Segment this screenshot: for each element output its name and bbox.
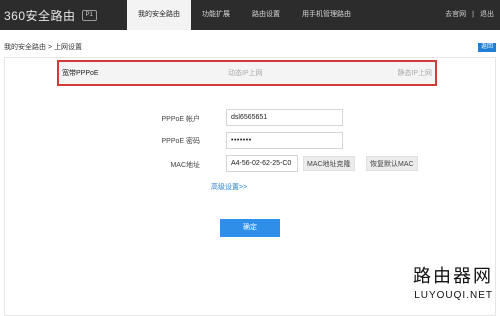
breadcrumb: 我的安全路由 > 上网设置	[4, 44, 82, 51]
mac-clone-button[interactable]: MAC地址克隆	[303, 156, 355, 171]
model-badge: P1	[81, 9, 97, 21]
breadcrumb-bar: 我的安全路由 > 上网设置 返回	[0, 40, 500, 54]
tab-static-ip[interactable]: 静态IP上网	[397, 68, 432, 78]
back-button[interactable]: 返回	[477, 43, 496, 52]
pppoe-account-input[interactable]: dsl6565651	[226, 109, 343, 126]
tab-pppoe[interactable]: 宽带PPPoE	[62, 68, 99, 78]
pppoe-password-label: PPPoE 密码	[161, 138, 200, 145]
pppoe-account-label: PPPoE 帐户	[161, 116, 200, 123]
pppoe-password-input[interactable]: •••••••	[226, 132, 343, 149]
brand-name: 360安全路由	[4, 8, 76, 23]
advanced-settings-link[interactable]: 高级设置>>	[211, 182, 247, 192]
logout-link[interactable]: 退出	[480, 0, 494, 30]
nav-my-router[interactable]: 我的安全路由	[127, 0, 191, 30]
site-watermark: 路由器网 LUYOUQI.NET	[401, 262, 493, 312]
nav-feature-extensions[interactable]: 功能扩展	[191, 0, 241, 30]
tab-dynamic-ip[interactable]: 动态IP上网	[228, 68, 263, 78]
brand-logo[interactable]: 360安全路由 P1	[4, 7, 97, 23]
main-nav: 我的安全路由 功能扩展 路由设置 用手机管理路由	[127, 0, 362, 30]
watermark-cn-text: 路由器网	[413, 266, 493, 287]
watermark-en-text: LUYOUQI.NET	[414, 290, 493, 301]
top-right-links: 去官网 | 退出	[445, 0, 494, 30]
confirm-button[interactable]: 确定	[220, 219, 280, 237]
mac-address-input[interactable]: A4-56-02-62-25-C0	[226, 155, 298, 172]
mac-address-label: MAC地址	[170, 162, 200, 169]
nav-router-settings[interactable]: 路由设置	[241, 0, 291, 30]
mac-restore-default-button[interactable]: 恢复默认MAC	[366, 156, 418, 171]
connection-type-tabs: 宽带PPPoE 动态IP上网 静态IP上网	[57, 60, 437, 86]
official-site-link[interactable]: 去官网	[445, 0, 466, 30]
top-navigation-bar: 360安全路由 P1 我的安全路由 功能扩展 路由设置 用手机管理路由 去官网 …	[0, 0, 500, 30]
link-separator: |	[472, 11, 474, 18]
nav-mobile-manage[interactable]: 用手机管理路由	[291, 0, 362, 30]
